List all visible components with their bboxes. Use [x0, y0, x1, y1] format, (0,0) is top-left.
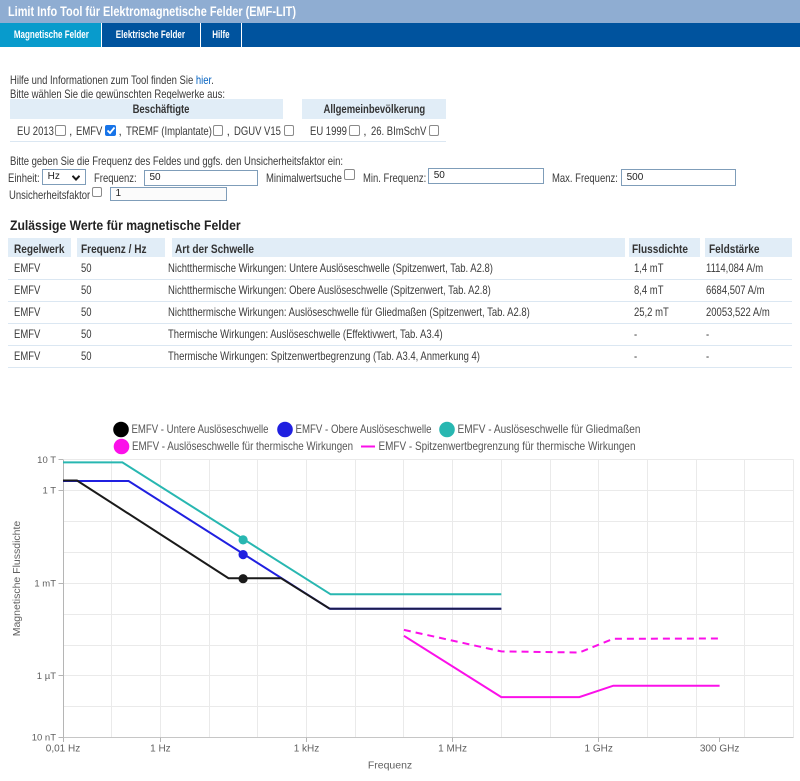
svg-text:1 kHz: 1 kHz — [294, 744, 320, 755]
svg-text:300 GHz: 300 GHz — [700, 744, 739, 755]
svg-text:EMFV - Auslöseschwelle für Gli: EMFV - Auslöseschwelle für Gliedmaßen — [458, 422, 641, 436]
svg-text:1 MHz: 1 MHz — [438, 744, 467, 755]
svg-text:EMFV - Spitzenwertbegrenzung f: EMFV - Spitzenwertbegrenzung für thermis… — [379, 439, 636, 453]
svg-text:1 µT: 1 µT — [37, 671, 56, 682]
svg-text:Frequenz: Frequenz — [368, 760, 412, 772]
svg-text:10 nT: 10 nT — [32, 733, 56, 744]
svg-text:Magnetische Flussdichte: Magnetische Flussdichte — [11, 521, 23, 637]
svg-text:1 T: 1 T — [42, 486, 56, 497]
svg-text:EMFV - Untere Auslöseschwelle: EMFV - Untere Auslöseschwelle — [132, 422, 269, 436]
svg-text:EMFV - Auslöseschwelle für the: EMFV - Auslöseschwelle für thermische Wi… — [132, 439, 353, 453]
svg-text:0,01 Hz: 0,01 Hz — [46, 744, 80, 755]
svg-text:EMFV - Obere Auslöseschwelle: EMFV - Obere Auslöseschwelle — [296, 422, 432, 436]
svg-text:1 Hz: 1 Hz — [150, 744, 171, 755]
svg-text:1 GHz: 1 GHz — [585, 744, 613, 755]
svg-text:1 mT: 1 mT — [34, 578, 56, 589]
svg-text:10 T: 10 T — [37, 455, 56, 466]
